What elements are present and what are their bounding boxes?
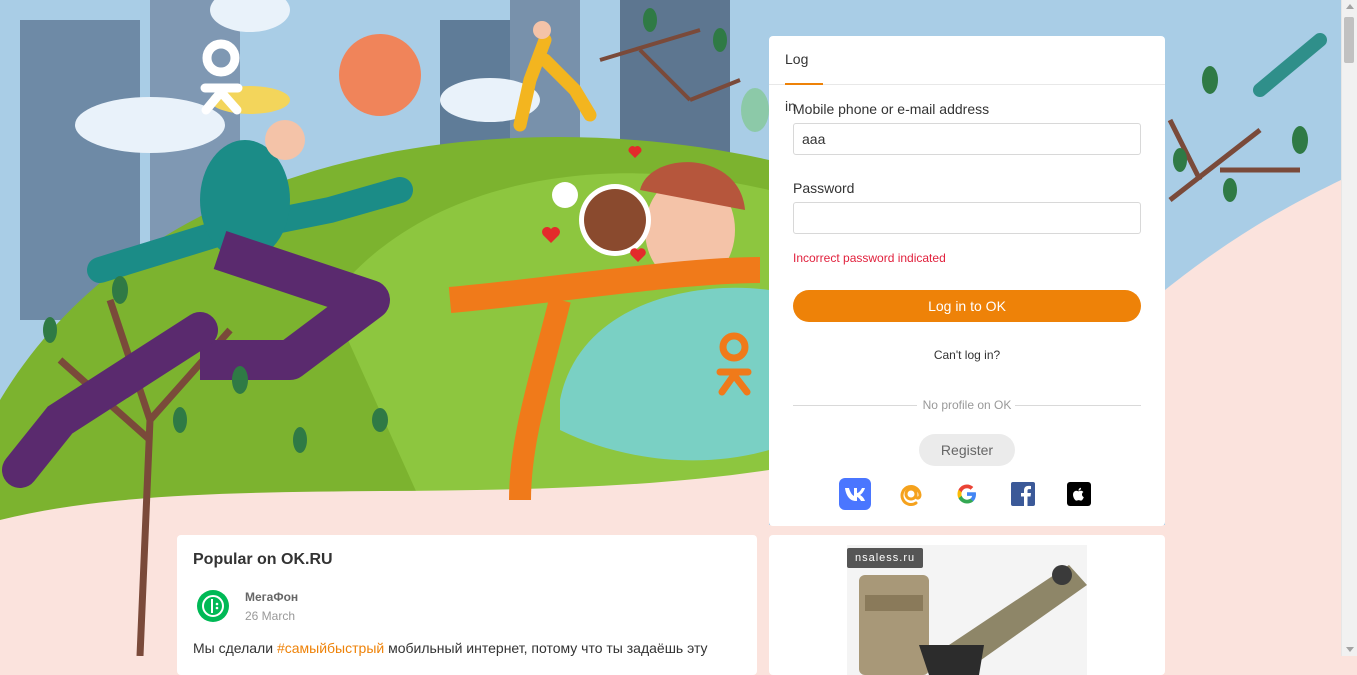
- ad-image: [847, 545, 1087, 675]
- google-icon[interactable]: [951, 478, 983, 510]
- author-name[interactable]: МегаФон: [245, 590, 298, 604]
- register-button[interactable]: Register: [919, 434, 1015, 466]
- post-date: 26 March: [245, 609, 296, 623]
- ad-domain-badge: nsaless.ru: [847, 548, 924, 568]
- post-text: Мы сделали #самыйбыстрый мобильный интер…: [193, 640, 708, 656]
- mail-ru-icon[interactable]: [895, 478, 927, 510]
- post-hashtag[interactable]: #самыйбыстрый: [277, 640, 384, 656]
- post-text-end: мобильный интернет, потому что ты задаёш…: [384, 640, 708, 656]
- password-input[interactable]: [793, 202, 1141, 234]
- facebook-icon[interactable]: [1007, 478, 1039, 510]
- apple-icon[interactable]: [1063, 478, 1095, 510]
- login-tabs: Log in: [769, 36, 1165, 114]
- login-error-message: Incorrect password indicated: [793, 251, 946, 265]
- password-field-label: Password: [793, 180, 855, 196]
- scroll-down-icon[interactable]: [1346, 647, 1354, 652]
- cant-login-link[interactable]: Can't log in?: [769, 348, 1165, 362]
- vk-icon[interactable]: [839, 478, 871, 510]
- post-text-start: Мы сделали: [193, 640, 277, 656]
- page-scrollbar[interactable]: [1341, 0, 1357, 656]
- login-field-label: Mobile phone or e-mail address: [793, 101, 990, 117]
- tab-login[interactable]: Log in: [785, 36, 823, 114]
- scroll-up-icon[interactable]: [1346, 4, 1354, 9]
- author-avatar[interactable]: [197, 590, 229, 622]
- popular-title: Popular on OK.RU: [193, 551, 333, 568]
- popular-card: Popular on OK.RU МегаФон 26 March Мы сде…: [177, 535, 757, 675]
- login-submit-button[interactable]: Log in to OK: [793, 290, 1141, 322]
- no-profile-divider: No profile on OK: [793, 399, 1141, 411]
- ad-card[interactable]: nsaless.ru: [769, 535, 1165, 675]
- login-card: Log in Mobile phone or e-mail address Pa…: [769, 36, 1165, 526]
- login-input[interactable]: [793, 123, 1141, 155]
- scrollbar-thumb[interactable]: [1344, 17, 1354, 63]
